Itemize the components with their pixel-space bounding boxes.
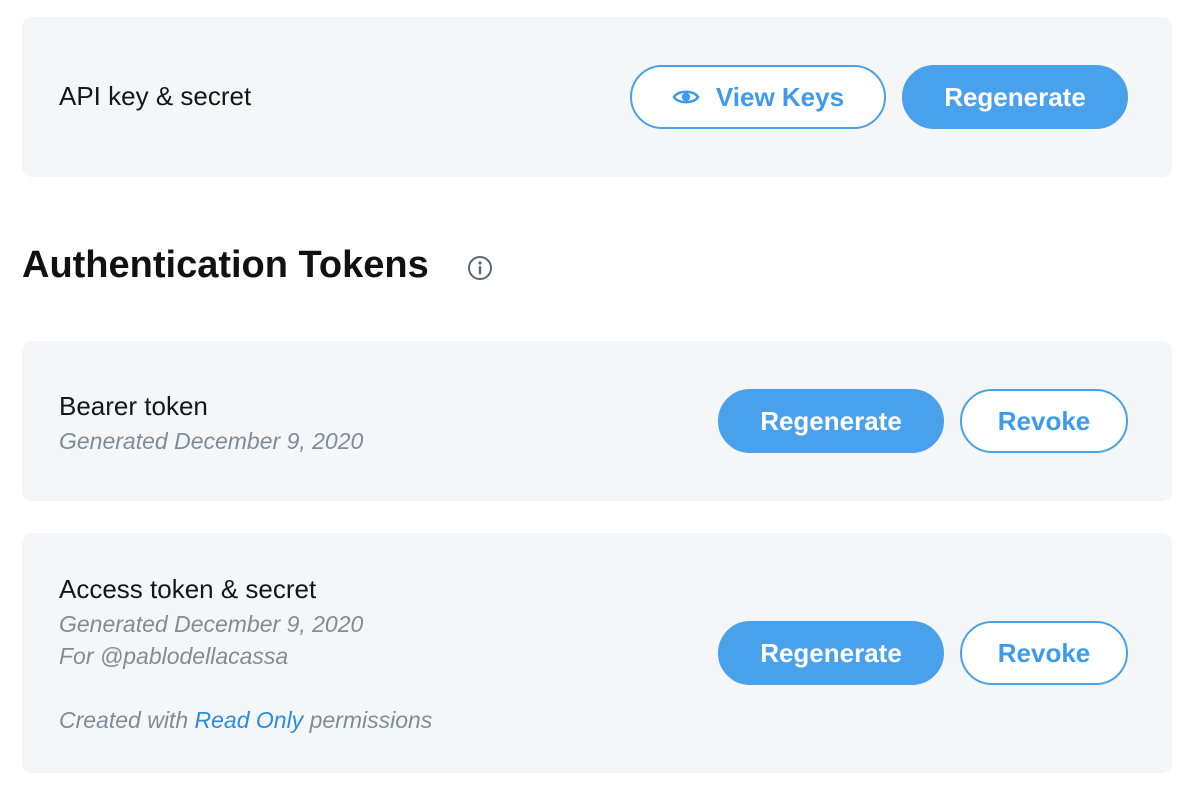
bearer-regenerate-label: Regenerate [760,405,902,436]
access-generated-date: Generated December 9, 2020 [59,611,364,637]
access-token-label: Access token & secret [59,574,317,604]
api-key-label: API key & secret [59,81,252,111]
bearer-token-card: Bearer token Generated December 9, 2020 … [22,341,1172,501]
access-revoke-label: Revoke [997,637,1091,668]
bearer-token-label: Bearer token [59,391,208,421]
api-regenerate-button[interactable]: Regenerate [902,65,1128,129]
access-token-card: Access token & secret Generated December… [22,533,1172,773]
api-key-card: API key & secret View Keys Regenerate [22,17,1172,177]
section-heading: Authentication Tokens [22,244,429,286]
access-regenerate-label: Regenerate [760,637,902,668]
api-regenerate-label: Regenerate [944,81,1086,112]
view-keys-label: View Keys [715,81,845,112]
bearer-regenerate-button[interactable]: Regenerate [718,389,944,453]
read-only-link[interactable]: Read Only [195,707,304,733]
bearer-revoke-label: Revoke [997,405,1091,436]
access-for-user: For @pablodellacassa [59,643,289,669]
view-keys-button[interactable]: View Keys [630,65,886,129]
bearer-revoke-button[interactable]: Revoke [960,389,1128,453]
bearer-generated-date: Generated December 9, 2020 [59,428,364,454]
access-revoke-button[interactable]: Revoke [960,621,1128,685]
eye-icon [672,90,700,104]
permissions-prefix: Created with [59,707,189,733]
access-permissions: Created with Read Only permissions [59,707,432,734]
permissions-suffix: permissions [309,707,433,733]
info-icon[interactable] [467,255,493,281]
access-regenerate-button[interactable]: Regenerate [718,621,944,685]
